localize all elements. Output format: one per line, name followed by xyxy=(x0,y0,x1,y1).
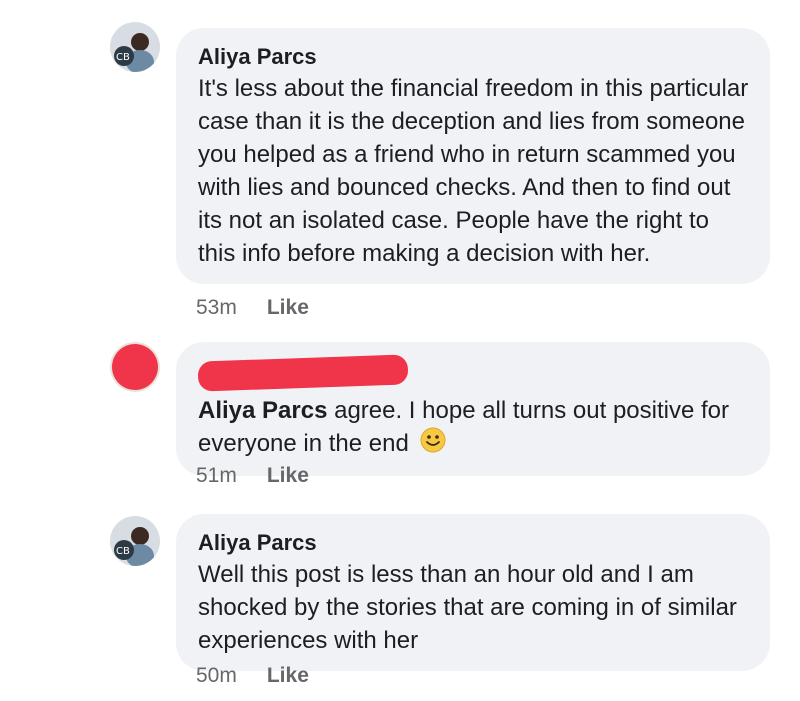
comment-bubble: Aliya Parcs agree. I hope all turns out … xyxy=(176,342,770,477)
comment-text: Well this post is less than an hour old … xyxy=(198,561,737,654)
like-button[interactable]: Like xyxy=(267,464,309,488)
comment-timestamp[interactable]: 51m xyxy=(196,464,237,488)
comment-item: Aliya Parcs agree. I hope all turns out … xyxy=(110,342,780,502)
comment-meta: 53m Like xyxy=(196,296,309,320)
profile-photo-icon xyxy=(110,342,160,392)
comment-item: CB Aliya Parcs Well this post is less th… xyxy=(110,514,780,694)
profile-photo-icon: CB xyxy=(110,22,160,72)
comment-text: It's less about the financial freedom in… xyxy=(198,75,749,267)
comment-timestamp[interactable]: 53m xyxy=(196,296,237,320)
comment-meta: 50m Like xyxy=(196,664,309,688)
like-button[interactable]: Like xyxy=(267,664,309,688)
like-button[interactable]: Like xyxy=(267,296,309,320)
profile-photo-icon: CB xyxy=(110,516,160,566)
comment-meta: 51m Like xyxy=(196,464,309,488)
mention-link[interactable]: Aliya Parcs xyxy=(198,397,327,424)
avatar[interactable]: CB xyxy=(110,22,160,72)
avatar[interactable]: CB xyxy=(110,516,160,566)
comment-bubble: Aliya Parcs Well this post is less than … xyxy=(176,514,770,671)
svg-text:CB: CB xyxy=(116,52,130,63)
avatar[interactable] xyxy=(110,342,160,392)
svg-text:CB: CB xyxy=(116,546,130,557)
smiley-emoji-icon xyxy=(420,427,446,462)
comment-item: CB Aliya Parcs It's less about the finan… xyxy=(110,14,780,319)
comment-author[interactable]: Aliya Parcs xyxy=(198,528,750,558)
comment-text: Aliya Parcs agree. I hope all turns out … xyxy=(198,394,750,462)
comment-timestamp[interactable]: 50m xyxy=(196,664,237,688)
redacted-author-name xyxy=(197,354,409,392)
comment-bubble: Aliya Parcs It's less about the financia… xyxy=(176,28,770,284)
comment-author[interactable]: Aliya Parcs xyxy=(198,42,750,72)
